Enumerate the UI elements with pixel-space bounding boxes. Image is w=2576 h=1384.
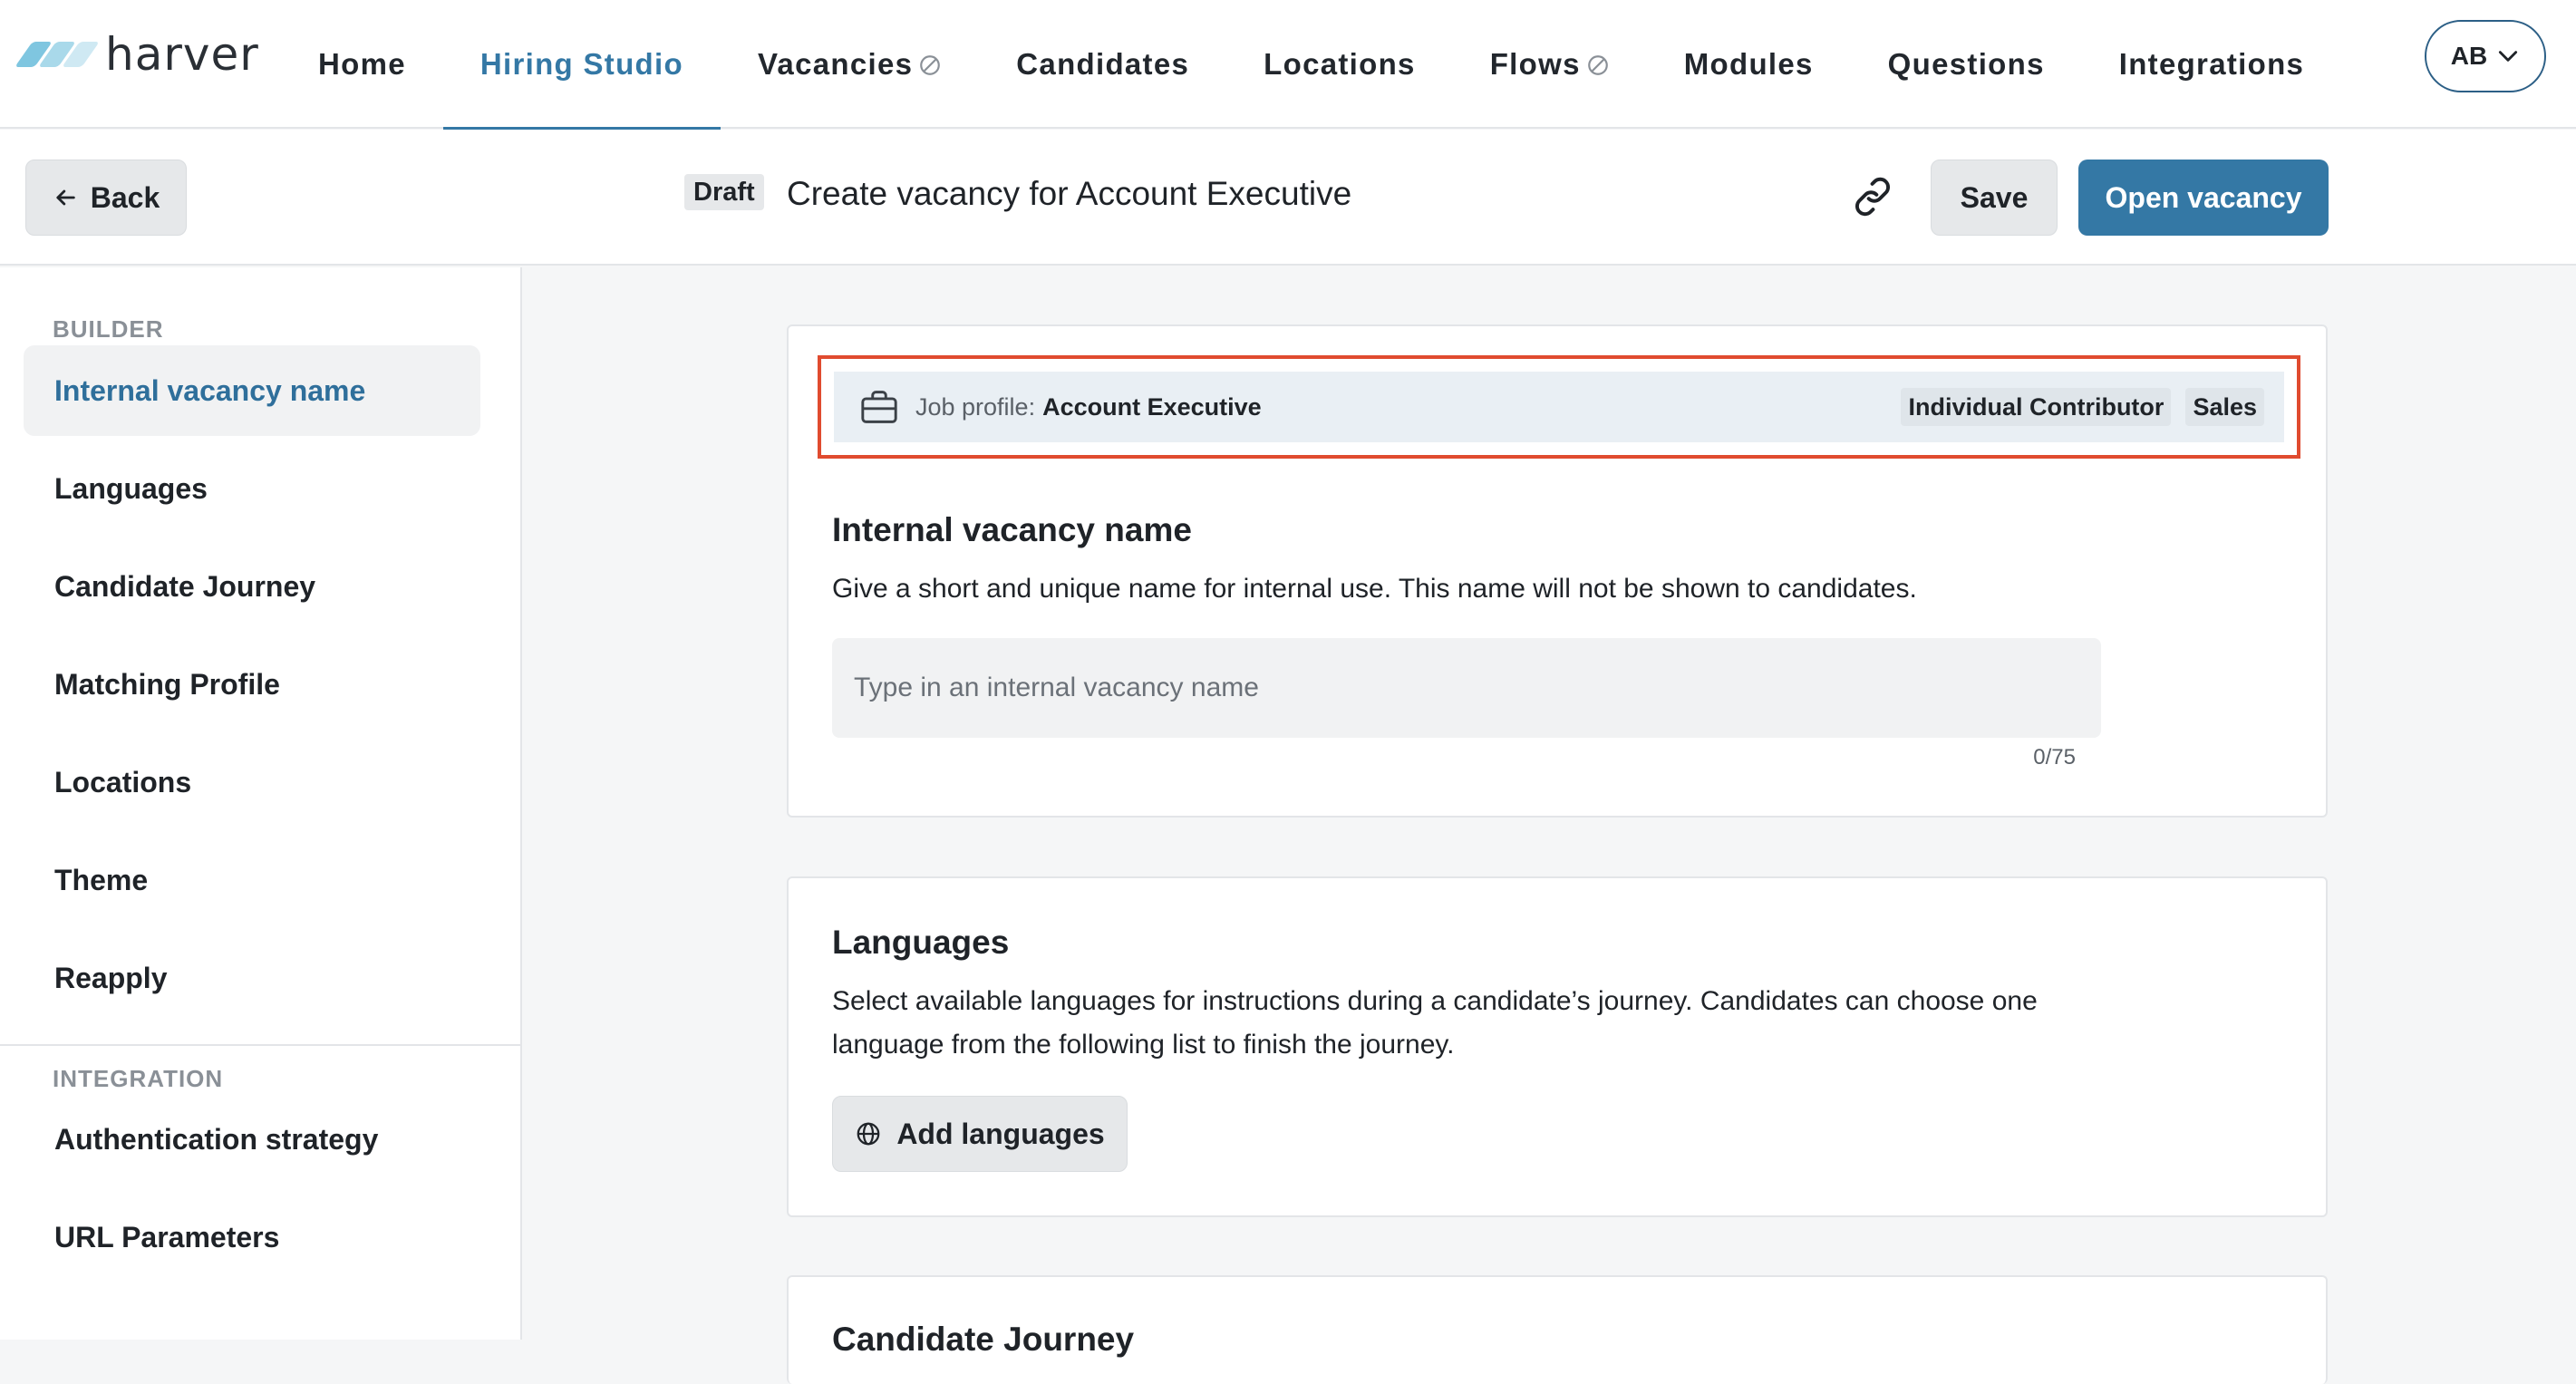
- sidebar-item-locations[interactable]: Locations: [24, 737, 480, 827]
- restricted-icon: [920, 55, 941, 75]
- sidebar-item-label: URL Parameters: [54, 1220, 280, 1253]
- sidebar-item-url-parameters[interactable]: URL Parameters: [24, 1192, 480, 1282]
- job-profile-tags: Individual Contributor Sales: [1901, 388, 2264, 426]
- section-description-line-1: Select available languages for instructi…: [832, 986, 2038, 1016]
- nav-vacancies[interactable]: Vacancies: [721, 0, 979, 129]
- sidebar-item-candidate-journey[interactable]: Candidate Journey: [24, 541, 480, 632]
- section-heading: Candidate Journey: [832, 1321, 1135, 1358]
- nav-questions-label: Questions: [1887, 47, 2045, 81]
- job-profile-value: Account Executive: [1042, 392, 1262, 421]
- page-title: Create vacancy for Account Executive: [787, 175, 1352, 212]
- sidebar-section-builder: BUILDER: [53, 315, 164, 343]
- nav-hiring-studio[interactable]: Hiring Studio: [442, 0, 721, 131]
- save-button[interactable]: Save: [1931, 160, 2058, 236]
- nav-integrations[interactable]: Integrations: [2082, 0, 2341, 129]
- arrow-left-icon: [56, 189, 75, 206]
- sidebar-item-label: Theme: [54, 863, 149, 896]
- internal-vacancy-name-input[interactable]: [832, 638, 2101, 738]
- logo-mark-icon: [15, 42, 100, 67]
- harver-logo[interactable]: harver: [15, 27, 259, 82]
- nav-questions[interactable]: Questions: [1851, 0, 2082, 129]
- restricted-icon: [1587, 55, 1608, 75]
- logo-wordmark: harver: [105, 28, 259, 81]
- builder-sidebar: BUILDER Internal vacancy name Languages …: [0, 267, 522, 1340]
- sidebar-item-label: Internal vacancy name: [54, 373, 366, 407]
- nav-flows-label: Flows: [1489, 47, 1581, 81]
- nav-home[interactable]: Home: [281, 0, 443, 129]
- sidebar-item-label: Candidate Journey: [54, 569, 316, 603]
- sidebar-item-label: Locations: [54, 765, 192, 798]
- nav-modules-label: Modules: [1683, 47, 1814, 81]
- sidebar-item-theme[interactable]: Theme: [24, 835, 480, 925]
- section-heading: Languages: [832, 924, 1010, 961]
- chevron-down-icon: [2499, 51, 2518, 62]
- sidebar-item-label: Reapply: [54, 961, 168, 994]
- nav-integrations-label: Integrations: [2118, 47, 2305, 81]
- nav-modules[interactable]: Modules: [1647, 0, 1851, 129]
- back-button[interactable]: Back: [25, 160, 187, 236]
- character-counter: 0/75: [2033, 745, 2076, 769]
- section-heading: Internal vacancy name: [832, 511, 1192, 548]
- nav-flows[interactable]: Flows: [1453, 0, 1647, 129]
- user-menu-button[interactable]: AB: [2425, 20, 2546, 92]
- sidebar-item-internal-vacancy-name[interactable]: Internal vacancy name: [24, 345, 480, 436]
- main-nav: Home Hiring Studio Vacancies Candidates …: [281, 0, 2341, 131]
- page-header: Back Draft Create vacancy for Account Ex…: [0, 130, 2576, 266]
- add-languages-button[interactable]: Add languages: [832, 1096, 1128, 1172]
- sidebar-item-reapply[interactable]: Reapply: [24, 933, 480, 1023]
- sidebar-item-label: Languages: [54, 471, 208, 505]
- sidebar-item-authentication-strategy[interactable]: Authentication strategy: [24, 1094, 480, 1185]
- sidebar-item-languages[interactable]: Languages: [24, 443, 480, 534]
- link-icon: [1855, 177, 1891, 217]
- languages-card: Languages Select available languages for…: [787, 876, 2328, 1217]
- nav-hiring-studio-label: Hiring Studio: [479, 47, 683, 81]
- nav-vacancies-label: Vacancies: [757, 47, 914, 81]
- tag-individual-contributor: Individual Contributor: [1901, 388, 2172, 426]
- sidebar-item-matching-profile[interactable]: Matching Profile: [24, 639, 480, 730]
- sidebar-item-label: Matching Profile: [54, 667, 280, 701]
- briefcase-icon: [861, 391, 897, 423]
- internal-vacancy-name-card: Job profile: Account Executive Individua…: [787, 324, 2328, 818]
- copy-link-button[interactable]: [1849, 173, 1896, 220]
- sidebar-item-label: Authentication strategy: [54, 1122, 379, 1156]
- sidebar-divider: [0, 1044, 522, 1046]
- globe-icon: [857, 1122, 880, 1146]
- user-initials: AB: [2450, 42, 2488, 70]
- candidate-journey-card: Candidate Journey: [787, 1275, 2328, 1384]
- top-navigation: harver Home Hiring Studio Vacancies Cand…: [0, 0, 2576, 131]
- nav-home-label: Home: [318, 47, 406, 81]
- add-languages-label: Add languages: [896, 1117, 1105, 1150]
- job-profile-banner: Job profile: Account Executive Individua…: [834, 372, 2284, 442]
- nav-candidates-label: Candidates: [1016, 47, 1190, 81]
- job-profile-label: Job profile:: [915, 392, 1036, 421]
- back-button-label: Back: [90, 180, 160, 214]
- section-description: Give a short and unique name for interna…: [832, 574, 1917, 604]
- open-vacancy-button[interactable]: Open vacancy: [2078, 160, 2329, 236]
- nav-locations-label: Locations: [1264, 47, 1416, 81]
- highlight-frame: Job profile: Account Executive Individua…: [818, 355, 2300, 459]
- sidebar-section-integration: INTEGRATION: [53, 1065, 224, 1092]
- nav-candidates[interactable]: Candidates: [979, 0, 1226, 129]
- section-description-line-2: language from the following list to fini…: [832, 1030, 1455, 1060]
- status-badge: Draft: [684, 174, 764, 210]
- tag-sales: Sales: [2185, 388, 2264, 426]
- nav-locations[interactable]: Locations: [1226, 0, 1453, 129]
